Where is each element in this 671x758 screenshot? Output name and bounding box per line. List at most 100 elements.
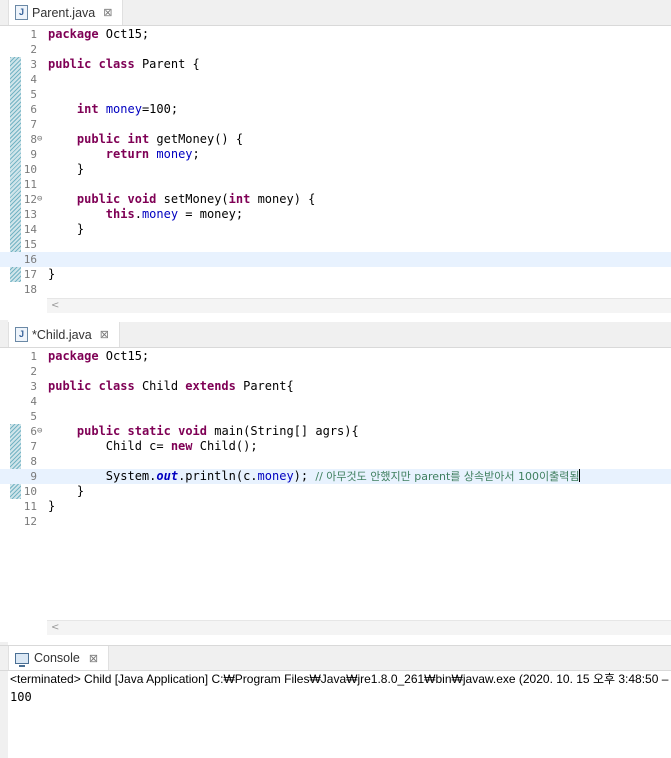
tab-child-java[interactable]: J *Child.java ⊠ xyxy=(8,322,120,347)
fold-toggle-icon[interactable]: ⊖ xyxy=(37,424,42,439)
code-text: public void setMoney(int money) { xyxy=(48,192,315,207)
java-file-icon: J xyxy=(15,5,28,20)
line-number: 16 xyxy=(23,253,37,266)
code-text: package Oct15; xyxy=(48,349,149,364)
code-line[interactable]: 16 xyxy=(0,252,671,267)
line-number: 7 xyxy=(30,440,37,453)
tab-console[interactable]: Console ⊠ xyxy=(8,646,110,670)
close-icon[interactable]: ⊠ xyxy=(100,328,109,341)
console-status-line: <terminated> Child [Java Application] C:… xyxy=(10,672,669,686)
horizontal-scrollbar[interactable]: < xyxy=(47,620,671,635)
code-line[interactable]: 12 xyxy=(0,514,671,529)
code-token: } xyxy=(48,499,56,513)
code-line[interactable]: 2 xyxy=(0,42,671,57)
fold-toggle-icon[interactable]: ⊖ xyxy=(37,132,42,147)
keyword-token: public xyxy=(48,57,92,71)
keyword-token: static xyxy=(127,424,171,438)
code-text: public static void main(String[] agrs){ xyxy=(48,424,359,439)
keyword-token: class xyxy=(98,379,135,393)
code-token: System. xyxy=(48,469,157,483)
horizontal-scrollbar[interactable]: < xyxy=(47,298,671,313)
code-text: } xyxy=(48,222,84,237)
code-line[interactable]: 5 xyxy=(0,409,671,424)
code-line[interactable]: 3 public class Parent { xyxy=(0,57,671,72)
scroll-left-icon[interactable]: < xyxy=(51,299,59,313)
scroll-left-icon[interactable]: < xyxy=(51,621,59,635)
code-line[interactable]: 11 xyxy=(0,177,671,192)
line-number: 12 xyxy=(23,515,37,528)
fold-toggle-icon[interactable]: ⊖ xyxy=(37,192,42,207)
child-code-area[interactable]: 1 package Oct15; 2 3 public class Child exte… xyxy=(0,349,671,619)
code-token: Child xyxy=(134,379,186,393)
code-line[interactable]: 2 xyxy=(0,364,671,379)
line-number: 17 xyxy=(23,268,37,281)
close-icon[interactable]: ⊠ xyxy=(89,652,98,665)
line-number: 18 xyxy=(23,283,37,296)
identifier-token: money xyxy=(156,147,193,161)
code-token: Parent{ xyxy=(235,379,294,393)
line-number: 2 xyxy=(30,365,37,378)
close-icon[interactable]: ⊠ xyxy=(103,6,112,19)
code-line[interactable]: 13 this.money = money; xyxy=(0,207,671,222)
child-editor-tabstrip: J *Child.java ⊠ xyxy=(0,322,671,348)
code-token: Oct15; xyxy=(98,27,150,41)
line-number: 12 xyxy=(23,193,37,206)
line-number: 1 xyxy=(30,350,37,363)
code-line[interactable]: 1 package Oct15; xyxy=(0,349,671,364)
code-token: } xyxy=(48,484,85,498)
keyword-token: int xyxy=(127,132,150,146)
code-line[interactable]: 17} xyxy=(0,267,671,282)
child-editor-pane: J *Child.java ⊠ 1 package Oct15; 2 3 public … xyxy=(0,322,671,642)
parent-editor-pane: J Parent.java ⊠ 1 package Oct15; 2 3 public … xyxy=(0,0,671,320)
identifier-token: money xyxy=(105,102,142,116)
code-line[interactable]: 6 ⊖ public static void main(String[] agrs… xyxy=(0,424,671,439)
code-token: . xyxy=(134,207,142,221)
code-text: package Oct15; xyxy=(48,27,149,42)
parent-code-area[interactable]: 1 package Oct15; 2 3 public class Parent {4 5… xyxy=(0,27,671,297)
line-number: 15 xyxy=(23,238,37,251)
console-output[interactable]: 100 xyxy=(10,690,32,704)
code-line[interactable]: 6 int money=100; xyxy=(0,102,671,117)
code-line[interactable]: 10 } xyxy=(0,484,671,499)
line-number: 11 xyxy=(23,500,37,513)
code-line[interactable]: 10 } xyxy=(0,162,671,177)
code-line[interactable]: 3 public class Child extends Parent{ xyxy=(0,379,671,394)
code-line[interactable]: 4 xyxy=(0,394,671,409)
code-line[interactable]: 8 xyxy=(0,454,671,469)
code-line[interactable]: 8 ⊖ public int getMoney() { xyxy=(0,132,671,147)
code-token: } xyxy=(48,267,56,281)
keyword-token: int xyxy=(228,192,251,206)
code-line[interactable]: 11} xyxy=(0,499,671,514)
line-number: 6 xyxy=(30,425,37,438)
code-line[interactable]: 7 Child c= new Child(); xyxy=(0,439,671,454)
line-number: 5 xyxy=(30,410,37,423)
code-line[interactable]: 1 package Oct15; xyxy=(0,27,671,42)
line-number: 4 xyxy=(30,395,37,408)
tab-parent-java[interactable]: J Parent.java ⊠ xyxy=(8,0,124,25)
console-tab-label: Console xyxy=(34,651,80,665)
code-line[interactable]: 9 System.out.println(c.money); // 아무것도 안… xyxy=(0,469,671,484)
line-number: 13 xyxy=(23,208,37,221)
line-number: 14 xyxy=(23,223,37,236)
code-text: } xyxy=(48,484,84,499)
code-line[interactable]: 9 return money; xyxy=(0,147,671,162)
code-text: return money; xyxy=(48,147,200,162)
code-text: int money=100; xyxy=(48,102,178,117)
line-number: 8 xyxy=(30,455,37,468)
line-number: 8 xyxy=(30,133,37,146)
code-line[interactable]: 5 xyxy=(0,87,671,102)
code-line[interactable]: 12 ⊖ public void setMoney(int money) { xyxy=(0,192,671,207)
code-text: } xyxy=(48,267,55,282)
keyword-token: class xyxy=(98,57,135,71)
keyword-token: int xyxy=(76,102,99,116)
keyword-token: public xyxy=(76,192,121,206)
code-line[interactable]: 4 xyxy=(0,72,671,87)
code-line[interactable]: 18 xyxy=(0,282,671,297)
code-line[interactable]: 15 xyxy=(0,237,671,252)
code-line[interactable]: 14 } xyxy=(0,222,671,237)
code-line[interactable]: 7 xyxy=(0,117,671,132)
identifier-token: out xyxy=(156,469,179,483)
